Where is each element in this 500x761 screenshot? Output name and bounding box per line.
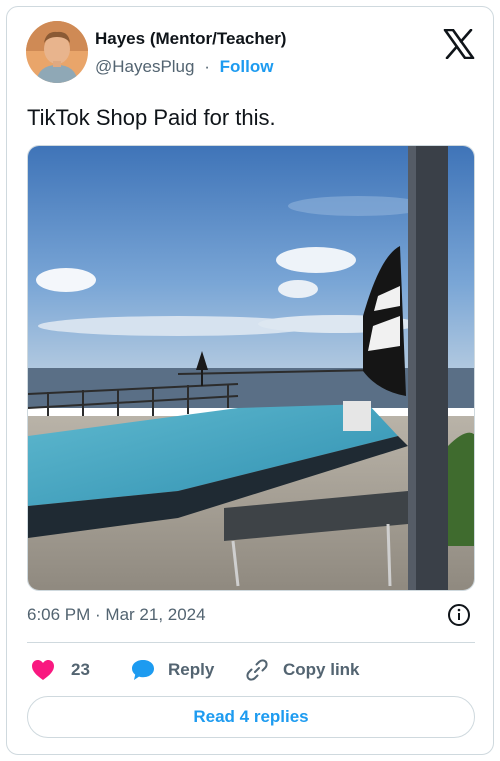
divider: [27, 642, 475, 643]
info-icon[interactable]: [447, 603, 471, 627]
speech-bubble-icon: [132, 660, 154, 680]
copy-link-button[interactable]: Copy link: [245, 655, 360, 685]
handle-row: @HayesPlug · Follow: [95, 57, 273, 77]
action-bar: 23 Reply Copy link: [27, 655, 475, 685]
tweet-media[interactable]: [27, 145, 475, 591]
x-logo-icon[interactable]: [443, 28, 475, 60]
read-replies-label: Read 4 replies: [193, 707, 309, 726]
tweet-card: Hayes (Mentor/Teacher) @HayesPlug · Foll…: [6, 6, 494, 755]
reply-button[interactable]: Reply: [131, 655, 214, 685]
like-count: 23: [71, 660, 90, 679]
separator-dot: ·: [204, 57, 210, 76]
like-button[interactable]: 23: [31, 655, 90, 685]
author-name[interactable]: Hayes (Mentor/Teacher): [95, 29, 286, 49]
author-handle[interactable]: @HayesPlug: [95, 57, 194, 76]
copy-link-label: Copy link: [283, 660, 360, 679]
link-icon: [246, 659, 268, 681]
read-replies-button[interactable]: Read 4 replies: [27, 696, 475, 738]
avatar-image: [26, 21, 88, 83]
follow-button[interactable]: Follow: [220, 57, 274, 76]
timestamp[interactable]: 6:06 PM · Mar 21, 2024: [27, 605, 206, 625]
heart-icon: [32, 660, 54, 680]
tweet-text: TikTok Shop Paid for this.: [27, 105, 276, 130]
pool-photo: [28, 146, 474, 590]
avatar[interactable]: [26, 21, 88, 83]
reply-label: Reply: [168, 660, 215, 679]
